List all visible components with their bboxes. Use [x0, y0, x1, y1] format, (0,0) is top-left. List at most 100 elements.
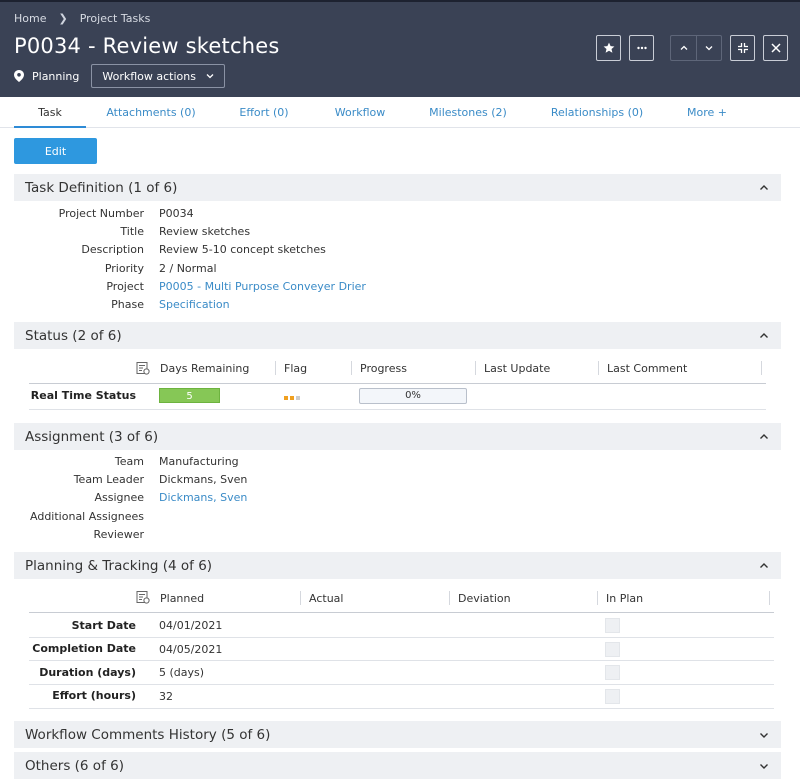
flag-indicator [296, 396, 300, 400]
column-settings-icon[interactable] [136, 361, 150, 375]
field-value: 2 / Normal [159, 261, 217, 275]
in-plan-checkbox[interactable] [605, 618, 620, 633]
more-options-button[interactable] [629, 35, 654, 61]
favorite-button[interactable] [596, 35, 621, 61]
edit-button[interactable]: Edit [14, 138, 97, 164]
breadcrumb-current[interactable]: Project Tasks [80, 12, 151, 25]
column-divider [769, 591, 770, 605]
tab-more[interactable]: More + [682, 97, 732, 128]
row-label-completion-date: Completion Date [32, 642, 136, 655]
section-status-header[interactable]: Status (2 of 6) [14, 322, 781, 349]
row-divider [29, 409, 766, 410]
previous-record-button[interactable] [670, 35, 696, 61]
more-icon [636, 46, 647, 50]
chevron-down-icon [705, 46, 713, 51]
row-label-start-date: Start Date [71, 619, 136, 632]
planned-duration: 5 (days) [159, 666, 205, 679]
field-title: Title Review sketches [0, 222, 800, 240]
column-header-deviation: Deviation [458, 591, 511, 605]
chevron-up-icon [760, 563, 768, 568]
tab-workflow[interactable]: Workflow [330, 97, 390, 128]
assignee-link[interactable]: Dickmans, Sven [159, 491, 247, 504]
tab-milestones[interactable]: Milestones (2) [426, 97, 510, 128]
column-divider [449, 591, 450, 605]
column-header-planned: Planned [160, 591, 205, 605]
tab-relationships[interactable]: Relationships (0) [546, 97, 648, 128]
chevron-down-icon [760, 764, 768, 769]
close-button[interactable] [763, 35, 788, 61]
field-label: Priority [104, 261, 144, 275]
field-reviewer: Reviewer [0, 525, 800, 543]
column-header-days-remaining: Days Remaining [160, 361, 250, 375]
field-additional-assignees: Additional Assignees [0, 507, 800, 525]
location-pin-icon [14, 70, 24, 82]
row-label-effort: Effort (hours) [52, 689, 136, 702]
star-icon [603, 42, 614, 53]
field-label: Description [81, 242, 144, 256]
column-header-actual: Actual [309, 591, 344, 605]
column-divider [761, 361, 762, 375]
collapse-view-button[interactable] [730, 35, 755, 61]
column-header-flag: Flag [284, 361, 308, 375]
in-plan-checkbox[interactable] [605, 665, 620, 680]
field-label: Team Leader [73, 472, 144, 486]
field-label: Reviewer [93, 527, 144, 541]
phase-link[interactable]: Specification [159, 298, 230, 311]
column-divider [275, 361, 276, 375]
chevron-up-icon [760, 185, 768, 190]
planned-effort: 32 [159, 690, 173, 703]
planned-start-date: 04/01/2021 [159, 619, 223, 632]
section-planning-header[interactable]: Planning & Tracking (4 of 6) [14, 552, 781, 579]
workflow-actions-label: Workflow actions [102, 69, 196, 83]
section-title: Planning & Tracking (4 of 6) [25, 557, 213, 574]
row-divider [29, 708, 774, 709]
flag-indicator [284, 396, 288, 400]
field-label: Project [106, 279, 144, 293]
section-title: Status (2 of 6) [25, 327, 122, 344]
column-divider [475, 361, 476, 375]
progress-value: 0% [405, 390, 421, 401]
field-priority: Priority 2 / Normal [0, 259, 800, 277]
column-divider [597, 591, 598, 605]
section-title: Task Definition (1 of 6) [25, 179, 178, 196]
field-label: Project Number [58, 206, 144, 220]
column-divider [598, 361, 599, 375]
column-header-last-update: Last Update [484, 361, 551, 375]
in-plan-checkbox[interactable] [605, 689, 620, 704]
column-divider [300, 591, 301, 605]
field-project: Project P0005 - Multi Purpose Conveyer D… [0, 277, 800, 295]
next-record-button[interactable] [696, 35, 722, 61]
section-workflow-comments-header[interactable]: Workflow Comments History (5 of 6) [14, 721, 781, 748]
project-link[interactable]: P0005 - Multi Purpose Conveyer Drier [159, 280, 366, 293]
section-assignment-header[interactable]: Assignment (3 of 6) [14, 423, 781, 450]
progress-bar: 0% [359, 388, 467, 404]
tab-effort[interactable]: Effort (0) [232, 97, 296, 128]
field-team-leader: Team Leader Dickmans, Sven [0, 470, 800, 488]
breadcrumb-home[interactable]: Home [14, 12, 46, 25]
header-divider [29, 383, 766, 384]
chevron-down-icon [760, 733, 768, 738]
field-value: Dickmans, Sven [159, 472, 248, 486]
flag-indicator [290, 396, 294, 400]
section-others-header[interactable]: Others (6 of 6) [14, 752, 781, 779]
field-assignee: Assignee Dickmans, Sven [0, 488, 800, 506]
tab-task[interactable]: Task [14, 97, 86, 128]
column-header-in-plan: In Plan [606, 591, 644, 605]
header-divider [29, 612, 774, 613]
workflow-actions-button[interactable]: Workflow actions [91, 64, 225, 88]
row-label-duration: Duration (days) [39, 666, 136, 679]
row-divider [29, 637, 774, 638]
breadcrumb-separator-icon: ❯ [58, 12, 68, 25]
column-settings-icon[interactable] [136, 590, 150, 604]
section-task-definition-header[interactable]: Task Definition (1 of 6) [14, 174, 781, 201]
in-plan-checkbox[interactable] [605, 642, 620, 657]
collapse-icon [737, 43, 748, 53]
days-remaining-bar: 5 [159, 388, 220, 403]
chevron-down-icon [206, 74, 214, 79]
field-label: Team [114, 454, 144, 468]
chevron-up-icon [680, 45, 687, 50]
column-header-last-comment: Last Comment [607, 361, 688, 375]
chevron-up-icon [760, 333, 768, 338]
tab-attachments[interactable]: Attachments (0) [101, 97, 201, 128]
field-label: Additional Assignees [30, 509, 144, 523]
